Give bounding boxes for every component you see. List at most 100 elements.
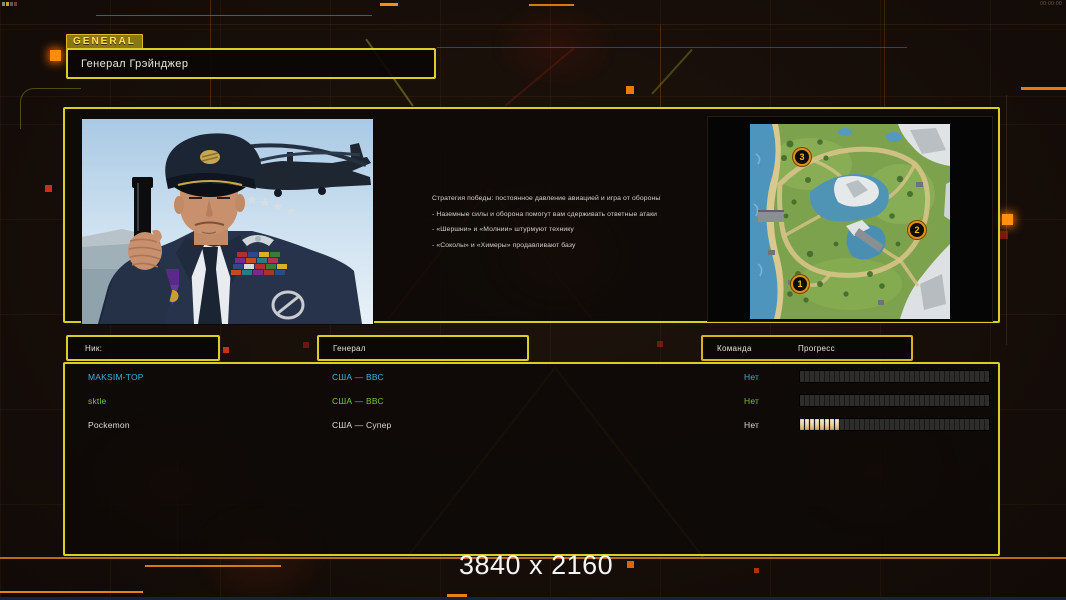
progress-segment (945, 371, 949, 382)
progress-segment (900, 419, 904, 430)
progress-segment (910, 419, 914, 430)
map-spawn-marker: 2 (908, 221, 926, 239)
progress-segment (875, 419, 879, 430)
progress-segment (835, 371, 839, 382)
progress-segment (970, 371, 974, 382)
progress-segment (920, 419, 924, 430)
player-team: Нет (744, 396, 760, 406)
briefing-line: Стратегия победы: постоянное давление ав… (432, 195, 661, 202)
briefing-line: - «Соколы» и «Химеры» продавливают базу (432, 241, 576, 249)
progress-segment (870, 371, 874, 382)
player-row[interactable]: Pockemon США — Супер Нет (65, 416, 998, 434)
progress-segment (890, 419, 894, 430)
progress-segment (885, 395, 889, 406)
progress-segment (950, 371, 954, 382)
progress-segment (905, 395, 909, 406)
briefing-line: - Наземные силы и оборона помогут вам сд… (432, 210, 658, 218)
progress-segment (950, 419, 954, 430)
player-list-panel: MAKSIM-TOP США — ВВС Нет sktle США — ВВС… (63, 362, 1000, 556)
progress-segment (835, 395, 839, 406)
progress-segment (840, 371, 844, 382)
column-header-team-progress: Команда Прогресс (701, 335, 913, 361)
player-nick: sktle (88, 396, 107, 406)
progress-segment (850, 371, 854, 382)
player-row[interactable]: MAKSIM-TOP США — ВВС Нет (65, 368, 998, 386)
general-name: Генерал Грэйнджер (81, 57, 189, 70)
progress-segment (905, 419, 909, 430)
progress-segment (825, 371, 829, 382)
player-general: США — Супер (332, 420, 392, 430)
progress-segment (870, 395, 874, 406)
progress-segment (805, 419, 809, 430)
player-nick: Pockemon (88, 420, 130, 430)
progress-segment (815, 371, 819, 382)
progress-segment (885, 371, 889, 382)
progress-segment (960, 371, 964, 382)
progress-segment (875, 371, 879, 382)
progress-segment (980, 371, 984, 382)
column-header-nick-label: Ник: (85, 343, 103, 353)
progress-segment (800, 395, 804, 406)
progress-segment (955, 371, 959, 382)
progress-segment (985, 395, 989, 406)
progress-segment (860, 371, 864, 382)
progress-segment (940, 395, 944, 406)
progress-segment (875, 395, 879, 406)
game-lobby-screen: 00:00:00 GENERAL Генерал Грэйнджер Страт… (0, 0, 1066, 600)
progress-segment (830, 395, 834, 406)
progress-segment (855, 371, 859, 382)
progress-segment (830, 371, 834, 382)
progress-segment (955, 395, 959, 406)
progress-segment (895, 419, 899, 430)
general-name-box[interactable]: Генерал Грэйнджер (66, 48, 436, 79)
progress-segment (860, 395, 864, 406)
progress-segment (840, 395, 844, 406)
progress-segment (850, 419, 854, 430)
progress-segment (845, 371, 849, 382)
progress-segment (940, 419, 944, 430)
progress-segment (895, 395, 899, 406)
progress-segment (920, 395, 924, 406)
progress-segment (810, 395, 814, 406)
progress-segment (955, 419, 959, 430)
progress-segment (960, 419, 964, 430)
column-header-general-label: Генерал (333, 343, 366, 353)
progress-segment (900, 395, 904, 406)
progress-segment (905, 371, 909, 382)
progress-segment (930, 395, 934, 406)
column-header-progress-label: Прогресс (798, 343, 835, 353)
progress-segment (865, 371, 869, 382)
progress-segment (950, 395, 954, 406)
progress-segment (815, 395, 819, 406)
progress-segment (910, 371, 914, 382)
progress-segment (985, 419, 989, 430)
progress-segment (945, 419, 949, 430)
progress-segment (835, 419, 839, 430)
progress-segment (935, 371, 939, 382)
progress-segment (915, 419, 919, 430)
progress-segment (800, 419, 804, 430)
player-nick: MAKSIM-TOP (88, 372, 144, 382)
progress-segment (910, 395, 914, 406)
progress-segment (845, 395, 849, 406)
progress-segment (945, 395, 949, 406)
briefing-line: - «Шершни» и «Молнии» штурмуют технику (432, 226, 574, 234)
map-spawn-marker: 3 (793, 148, 811, 166)
progress-bar (799, 418, 990, 431)
progress-segment (855, 395, 859, 406)
progress-segment (975, 419, 979, 430)
progress-segment (965, 395, 969, 406)
progress-segment (960, 395, 964, 406)
player-general: США — ВВС (332, 372, 384, 382)
progress-segment (890, 395, 894, 406)
column-header-general: Генерал (317, 335, 529, 361)
progress-bar (799, 370, 990, 383)
progress-segment (900, 371, 904, 382)
player-row[interactable]: sktle США — ВВС Нет (65, 392, 998, 410)
progress-segment (880, 371, 884, 382)
progress-segment (810, 371, 814, 382)
map-preview[interactable]: 3 2 1 (750, 124, 950, 319)
progress-segment (895, 371, 899, 382)
player-team: Нет (744, 372, 760, 382)
progress-segment (825, 419, 829, 430)
